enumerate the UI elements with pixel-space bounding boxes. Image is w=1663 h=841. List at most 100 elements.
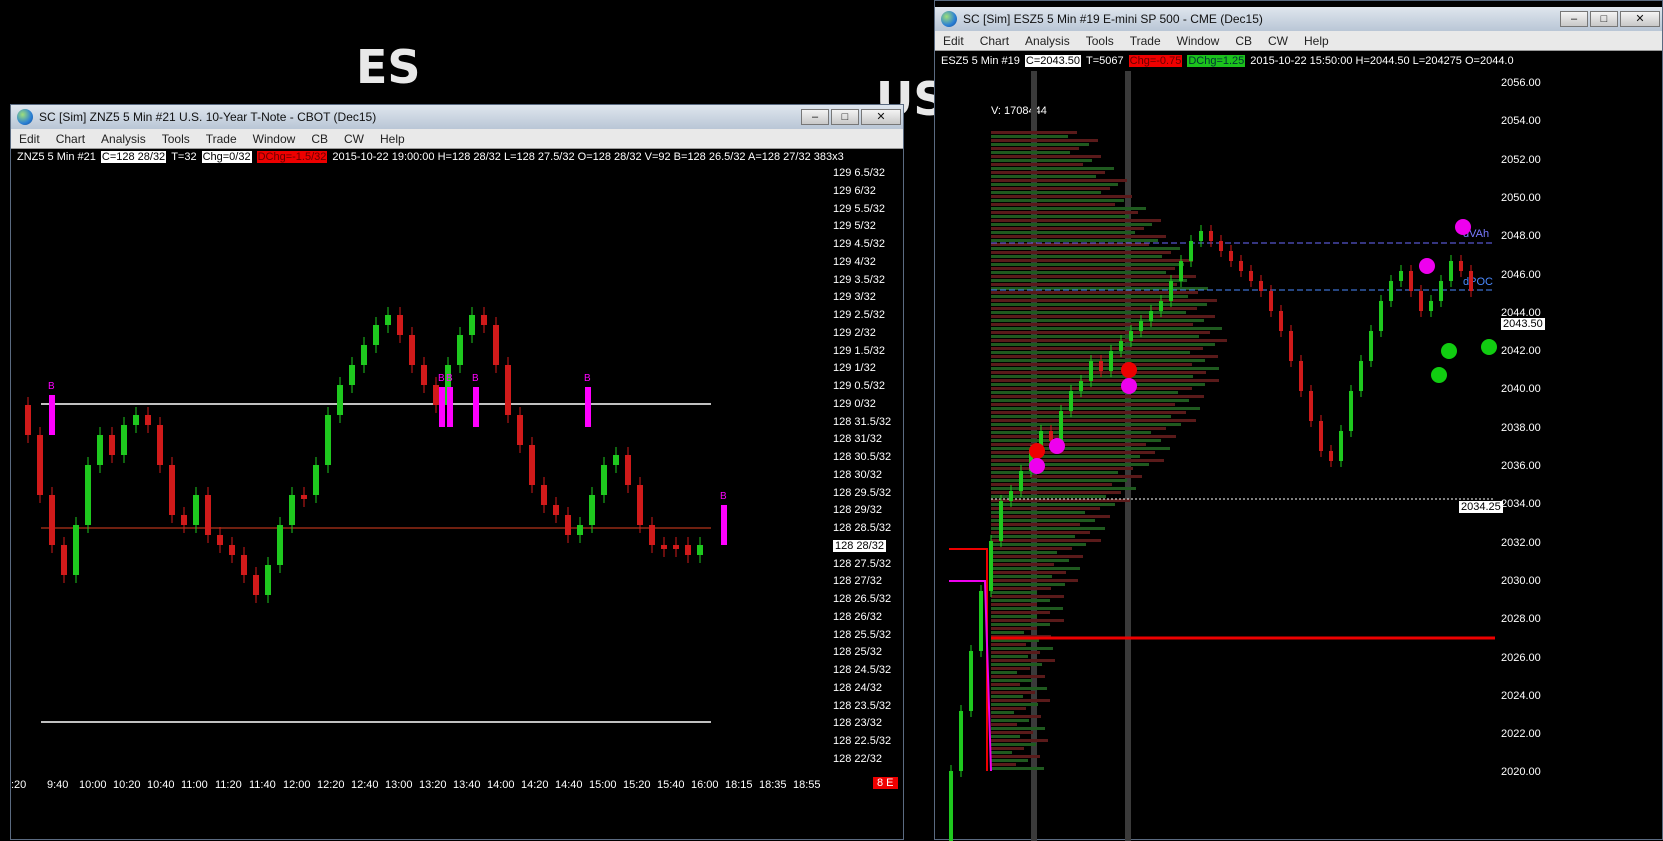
- candlestick-chart[interactable]: dVAhdPOC: [935, 71, 1663, 841]
- price-tick-label: 128 28.5/32: [833, 522, 892, 534]
- price-tick-label: 128 23.5/32: [833, 699, 892, 712]
- volume-profile-bar: [991, 263, 1184, 266]
- globe-icon: [941, 11, 957, 27]
- time-tick-label: 10:00: [79, 779, 107, 791]
- time-tick-label: 10:40: [147, 779, 175, 791]
- menu-item-help[interactable]: Help: [1296, 34, 1337, 48]
- time-tick-label: :20: [11, 779, 27, 791]
- chart-window-esz5[interactable]: SC [Sim] ESZ5 5 Min #19 E-mini SP 500 - …: [934, 0, 1663, 841]
- candle-body: [457, 335, 463, 365]
- volume-profile-bar: [991, 199, 1124, 202]
- candle-body: [1119, 341, 1123, 351]
- menu-item-help[interactable]: Help: [372, 132, 413, 146]
- menu-item-analysis[interactable]: Analysis: [93, 132, 154, 146]
- candle-body: [553, 505, 559, 515]
- menu-item-edit[interactable]: Edit: [11, 132, 48, 146]
- menu-item-chart[interactable]: Chart: [972, 34, 1017, 48]
- close-button[interactable]: ✕: [1620, 11, 1660, 27]
- volume-profile-bar: [991, 387, 1192, 390]
- volume-profile-bar: [991, 235, 1166, 238]
- price-tick-label: 128 29/32: [833, 504, 882, 517]
- volume-profile-bar: [991, 715, 1041, 718]
- volume-profile-bar: [991, 207, 1146, 210]
- candle-body: [289, 495, 295, 525]
- volume-profile-bar: [991, 303, 1207, 306]
- price-tick-label: 2038.00: [1501, 421, 1541, 434]
- candle-body: [1449, 261, 1453, 281]
- volume-profile-bar: [991, 751, 1012, 754]
- candle-body: [73, 525, 79, 575]
- time-tick-label: 15:20: [623, 779, 651, 791]
- volume-profile-bar: [991, 735, 1020, 738]
- candle-body: [1069, 391, 1073, 411]
- time-tick-label: 10:20: [113, 779, 141, 791]
- price-tick-label: 2022.00: [1501, 728, 1541, 741]
- volume-profile-bar: [991, 327, 1222, 330]
- candle-body: [421, 365, 427, 385]
- volume-profile-bar: [991, 627, 1037, 630]
- price-tick-label: 128 30/32: [833, 468, 882, 481]
- maximize-button[interactable]: □: [831, 109, 859, 125]
- signal-label: B: [48, 381, 55, 392]
- menu-item-window[interactable]: Window: [245, 132, 304, 146]
- volume-profile-bar: [991, 731, 1033, 734]
- menu-item-cb[interactable]: CB: [1227, 34, 1260, 48]
- volume-profile-bar: [991, 755, 1040, 758]
- candle-body: [481, 315, 487, 325]
- volume-profile-bar: [991, 723, 1017, 726]
- window-titlebar[interactable]: SC [Sim] ZNZ5 5 Min #21 U.S. 10-Year T-N…: [11, 105, 903, 129]
- menu-item-tools[interactable]: Tools: [154, 132, 198, 146]
- volume-profile-bar: [991, 571, 1066, 574]
- time-tick-label: 15:40: [657, 779, 685, 791]
- minimize-button[interactable]: –: [1560, 11, 1588, 27]
- candle-body: [205, 495, 211, 535]
- close-button[interactable]: ✕: [861, 109, 901, 125]
- candlestick-chart[interactable]: B B B BBB: [11, 165, 831, 825]
- candle-body: [265, 565, 271, 595]
- volume-profile-bar: [991, 135, 1068, 138]
- volume-profile-bar: [991, 187, 1110, 190]
- menu-item-analysis[interactable]: Analysis: [1017, 34, 1078, 48]
- menu-item-cw[interactable]: CW: [336, 132, 372, 146]
- signal-dot: [1419, 258, 1435, 274]
- menu-item-trade[interactable]: Trade: [1122, 34, 1169, 48]
- volume-profile-bar: [991, 699, 1050, 702]
- volume-profile-bar: [991, 227, 1144, 230]
- menu-item-tools[interactable]: Tools: [1078, 34, 1122, 48]
- candle-body: [373, 325, 379, 345]
- price-chart[interactable]: dVAh dPOC: [935, 71, 1663, 841]
- menu-item-chart[interactable]: Chart: [48, 132, 93, 146]
- change-value: Chg=-0.75: [1128, 55, 1183, 67]
- menu-item-window[interactable]: Window: [1169, 34, 1228, 48]
- candle-body: [181, 515, 187, 525]
- candle-body: [685, 545, 691, 555]
- candle-body: [337, 385, 343, 415]
- candle-body: [1419, 291, 1423, 311]
- background-label-es: ES: [356, 40, 421, 94]
- menu-item-trade[interactable]: Trade: [198, 132, 245, 146]
- chart-window-znz5[interactable]: SC [Sim] ZNZ5 5 Min #21 U.S. 10-Year T-N…: [10, 104, 904, 840]
- price-chart[interactable]: BBBBBB: [11, 165, 831, 825]
- candle-body: [649, 525, 655, 545]
- price-tick-label: 129 6/32: [833, 184, 876, 197]
- price-tick-label: 129 5/32: [833, 220, 876, 233]
- candle-body: [313, 465, 319, 495]
- candle-body: [133, 415, 139, 425]
- price-tick-label: 2052.00: [1501, 153, 1541, 166]
- signal-bar: [721, 505, 727, 545]
- menu-item-cb[interactable]: CB: [303, 132, 336, 146]
- window-titlebar[interactable]: SC [Sim] ESZ5 5 Min #19 E-mini SP 500 - …: [935, 7, 1662, 31]
- candle-body: [145, 415, 151, 425]
- menu-item-cw[interactable]: CW: [1260, 34, 1296, 48]
- volume-profile-bar: [991, 599, 1050, 602]
- volume-profile-bar: [991, 339, 1227, 342]
- maximize-button[interactable]: □: [1590, 11, 1618, 27]
- volume-profile-bar: [991, 659, 1055, 662]
- candle-body: [969, 651, 973, 711]
- price-tick-label: 129 3/32: [833, 291, 876, 304]
- candle-body: [1239, 261, 1243, 271]
- minimize-button[interactable]: –: [801, 109, 829, 125]
- volume-profile-bar: [991, 183, 1118, 186]
- price-tick-label: 129 1/32: [833, 362, 876, 375]
- menu-item-edit[interactable]: Edit: [935, 34, 972, 48]
